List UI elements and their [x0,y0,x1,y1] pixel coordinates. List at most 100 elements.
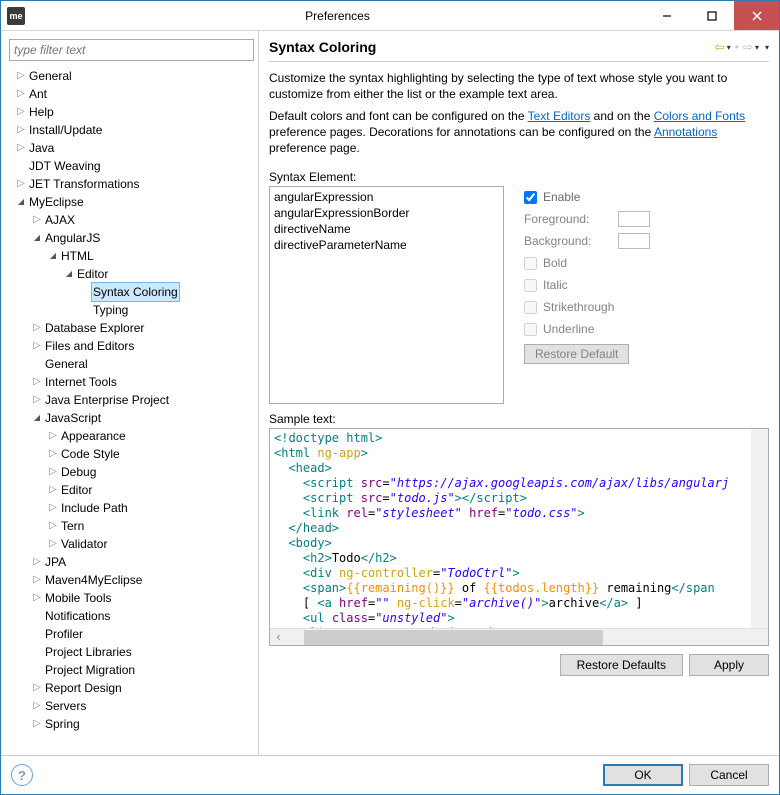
list-item[interactable]: directiveName [274,221,499,237]
tree-item-label: Files and Editors [43,337,136,355]
colors-fonts-link[interactable]: Colors and Fonts [654,109,745,123]
strikethrough-checkbox[interactable] [524,301,537,314]
chevron-right-icon[interactable]: ▷ [15,85,27,103]
list-item[interactable]: angularExpression [274,189,499,205]
tree-item[interactable]: ▷Include Path [9,499,254,517]
sample-text-box[interactable]: <!doctype html> <html ng-app> <head> <sc… [269,428,769,646]
preferences-tree[interactable]: ▷General▷Ant▷Help▷Install/Update▷JavaJDT… [9,67,254,747]
sample-vertical-scrollbar[interactable] [751,429,768,628]
chevron-right-icon[interactable]: ▷ [31,679,43,697]
tree-item[interactable]: ◢Editor [9,265,254,283]
chevron-right-icon[interactable]: ▷ [47,499,59,517]
tree-item[interactable]: ▷Validator [9,535,254,553]
tree-item[interactable]: Profiler [9,625,254,643]
tree-item[interactable]: ▷Database Explorer [9,319,254,337]
chevron-right-icon[interactable]: ▷ [47,535,59,553]
filter-input[interactable] [9,39,254,61]
help-icon[interactable]: ? [11,764,33,786]
restore-defaults-button[interactable]: Restore Defaults [560,654,683,676]
chevron-right-icon[interactable]: ▷ [15,175,27,193]
cancel-button[interactable]: Cancel [689,764,769,786]
chevron-down-icon[interactable]: ◢ [31,409,43,427]
enable-checkbox[interactable] [524,191,537,204]
tree-item[interactable]: ▷Internet Tools [9,373,254,391]
bold-checkbox[interactable] [524,257,537,270]
tree-item[interactable]: Project Migration [9,661,254,679]
tree-item[interactable]: ▷Appearance [9,427,254,445]
ok-button[interactable]: OK [603,764,683,786]
tree-item[interactable]: ▷General [9,67,254,85]
chevron-down-icon[interactable]: ◢ [15,193,27,211]
tree-item[interactable]: Notifications [9,607,254,625]
chevron-right-icon[interactable]: ▷ [31,391,43,409]
tree-item[interactable]: ▷Report Design [9,679,254,697]
chevron-right-icon[interactable]: ▷ [31,571,43,589]
chevron-down-icon[interactable]: ◢ [47,247,59,265]
tree-item[interactable]: ▷AJAX [9,211,254,229]
chevron-down-icon[interactable]: ◢ [63,265,75,283]
chevron-right-icon[interactable]: ▷ [31,715,43,733]
close-button[interactable] [734,1,779,30]
chevron-right-icon[interactable]: ▷ [47,481,59,499]
chevron-right-icon[interactable]: ▷ [31,589,43,607]
tree-item[interactable]: ◢MyEclipse [9,193,254,211]
tree-item[interactable]: General [9,355,254,373]
apply-button[interactable]: Apply [689,654,769,676]
italic-checkbox[interactable] [524,279,537,292]
tree-item[interactable]: ▷JET Transformations [9,175,254,193]
nav-back-button[interactable]: ⇦▾ [715,40,731,54]
nav-forward-button[interactable]: ⇨▾ [743,40,759,54]
tree-item[interactable]: ▷Java Enterprise Project [9,391,254,409]
restore-default-button[interactable]: Restore Default [524,344,629,364]
chevron-right-icon[interactable]: ▷ [31,337,43,355]
list-item[interactable]: angularExpressionBorder [274,205,499,221]
tree-item[interactable]: Syntax Coloring [9,283,254,301]
annotations-link[interactable]: Annotations [654,125,717,139]
chevron-right-icon[interactable]: ▷ [15,103,27,121]
tree-item[interactable]: JDT Weaving [9,157,254,175]
chevron-right-icon[interactable]: ▷ [15,67,27,85]
chevron-right-icon[interactable]: ▷ [31,373,43,391]
tree-item[interactable]: ▷Ant [9,85,254,103]
chevron-right-icon[interactable]: ▷ [47,517,59,535]
chevron-right-icon[interactable]: ▷ [31,319,43,337]
underline-checkbox[interactable] [524,323,537,336]
syntax-element-list[interactable]: angularExpressionangularExpressionBorder… [269,186,504,404]
tree-item[interactable]: ▷Files and Editors [9,337,254,355]
tree-item[interactable]: ▷JPA [9,553,254,571]
chevron-right-icon[interactable]: ▷ [47,445,59,463]
text-editors-link[interactable]: Text Editors [528,109,591,123]
tree-item[interactable]: ▷Tern [9,517,254,535]
tree-item[interactable]: ◢JavaScript [9,409,254,427]
chevron-right-icon[interactable]: ▷ [31,553,43,571]
tree-item[interactable]: ▷Mobile Tools [9,589,254,607]
tree-item[interactable]: ▷Debug [9,463,254,481]
maximize-button[interactable] [689,1,734,30]
tree-item[interactable]: ▷Spring [9,715,254,733]
chevron-right-icon[interactable]: ▷ [31,697,43,715]
tree-item[interactable]: ◢HTML [9,247,254,265]
tree-item[interactable]: ◢AngularJS [9,229,254,247]
background-swatch[interactable] [618,233,650,249]
tree-item[interactable]: ▷Install/Update [9,121,254,139]
chevron-right-icon[interactable]: ▷ [15,121,27,139]
tree-item[interactable]: ▷Java [9,139,254,157]
tree-item[interactable]: ▷Servers [9,697,254,715]
tree-item[interactable]: ▷Code Style [9,445,254,463]
minimize-button[interactable] [644,1,689,30]
tree-item[interactable]: ▷Maven4MyEclipse [9,571,254,589]
chevron-right-icon[interactable]: ▷ [47,427,59,445]
sample-horizontal-scrollbar[interactable]: ‹ [270,628,768,645]
tree-item[interactable]: ▷Editor [9,481,254,499]
foreground-swatch[interactable] [618,211,650,227]
nav-menu-button[interactable]: ▾ [765,43,769,52]
tree-item[interactable]: Typing [9,301,254,319]
chevron-right-icon[interactable]: ▷ [47,463,59,481]
chevron-right-icon[interactable]: ▷ [15,139,27,157]
tree-item-label: General [43,355,90,373]
chevron-right-icon[interactable]: ▷ [31,211,43,229]
tree-item[interactable]: Project Libraries [9,643,254,661]
tree-item[interactable]: ▷Help [9,103,254,121]
list-item[interactable]: directiveParameterName [274,237,499,253]
chevron-down-icon[interactable]: ◢ [31,229,43,247]
